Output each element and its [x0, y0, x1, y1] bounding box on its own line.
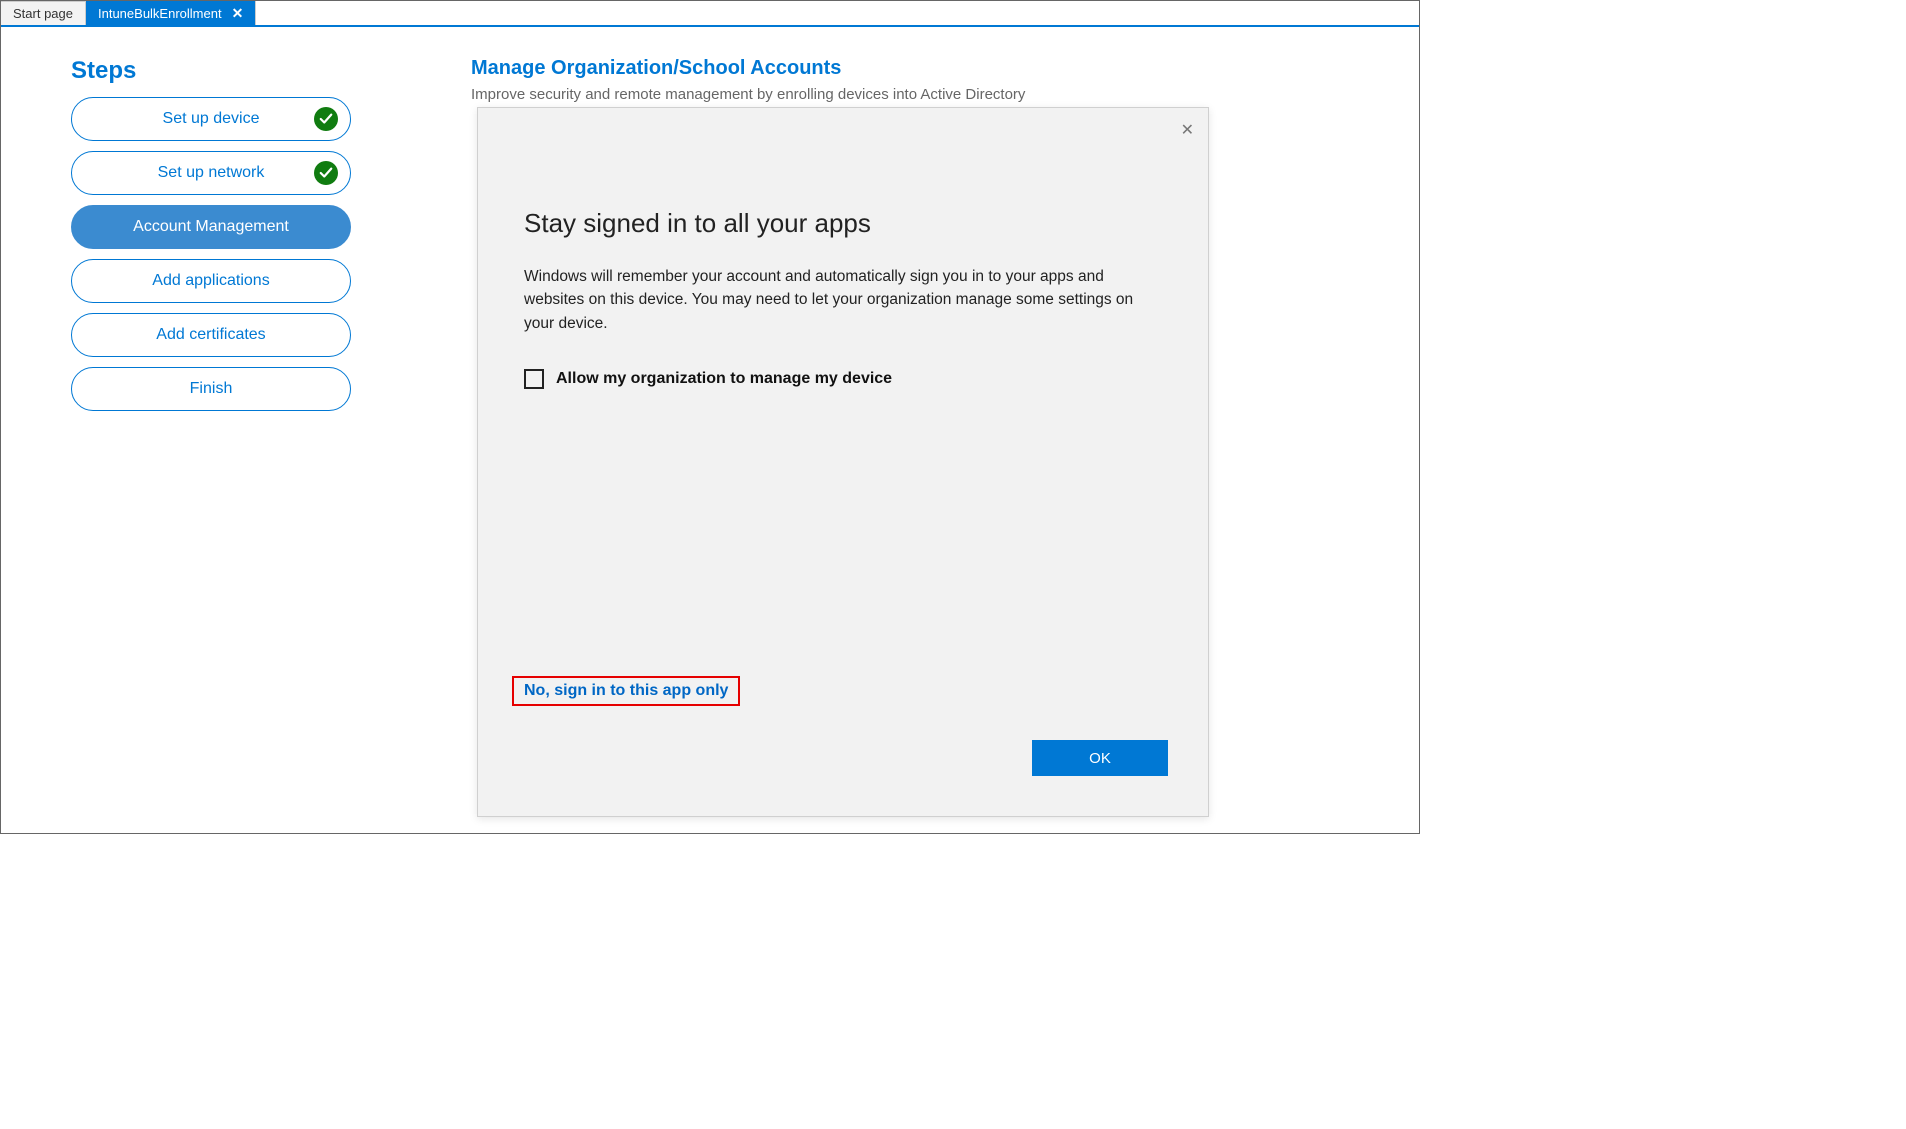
close-icon[interactable]: ✕ — [232, 5, 244, 22]
tab-label: IntuneBulkEnrollment — [98, 6, 222, 21]
sign-in-this-app-only-link[interactable]: No, sign in to this app only — [524, 682, 728, 699]
page-title: Manage Organization/School Accounts — [471, 57, 1231, 80]
step-label: Add certificates — [156, 326, 265, 344]
step-set-up-network[interactable]: Set up network — [71, 151, 351, 195]
manage-device-checkbox[interactable] — [524, 369, 544, 389]
tab-label: Start page — [13, 6, 73, 21]
step-finish[interactable]: Finish — [71, 367, 351, 411]
step-label: Set up network — [158, 164, 265, 182]
close-icon[interactable]: ✕ — [1181, 120, 1194, 140]
step-add-certificates[interactable]: Add certificates — [71, 313, 351, 357]
checkmark-icon — [314, 161, 338, 185]
sign-in-this-app-only-highlight: No, sign in to this app only — [512, 676, 740, 706]
ok-button[interactable]: OK — [1032, 740, 1168, 776]
checkbox-label: Allow my organization to manage my devic… — [556, 370, 892, 388]
step-account-management[interactable]: Account Management — [71, 205, 351, 249]
step-label: Add applications — [152, 272, 269, 290]
checkmark-icon — [314, 107, 338, 131]
steps-sidebar: Steps Set up device Set up network Accou… — [71, 57, 351, 421]
dialog-title: Stay signed in to all your apps — [524, 208, 1162, 239]
step-add-applications[interactable]: Add applications — [71, 259, 351, 303]
step-label: Set up device — [163, 110, 260, 128]
tab-bar: Start page IntuneBulkEnrollment ✕ — [1, 1, 1419, 27]
tab-start-page[interactable]: Start page — [1, 1, 86, 25]
steps-title: Steps — [71, 57, 351, 85]
stay-signed-in-dialog: ✕ Stay signed in to all your apps Window… — [477, 107, 1209, 817]
tab-intune-bulk-enrollment[interactable]: IntuneBulkEnrollment ✕ — [86, 1, 256, 25]
page-subtitle: Improve security and remote management b… — [471, 86, 1231, 103]
dialog-body-text: Windows will remember your account and a… — [524, 265, 1162, 335]
step-label: Account Management — [133, 218, 289, 236]
step-set-up-device[interactable]: Set up device — [71, 97, 351, 141]
step-label: Finish — [190, 380, 233, 398]
